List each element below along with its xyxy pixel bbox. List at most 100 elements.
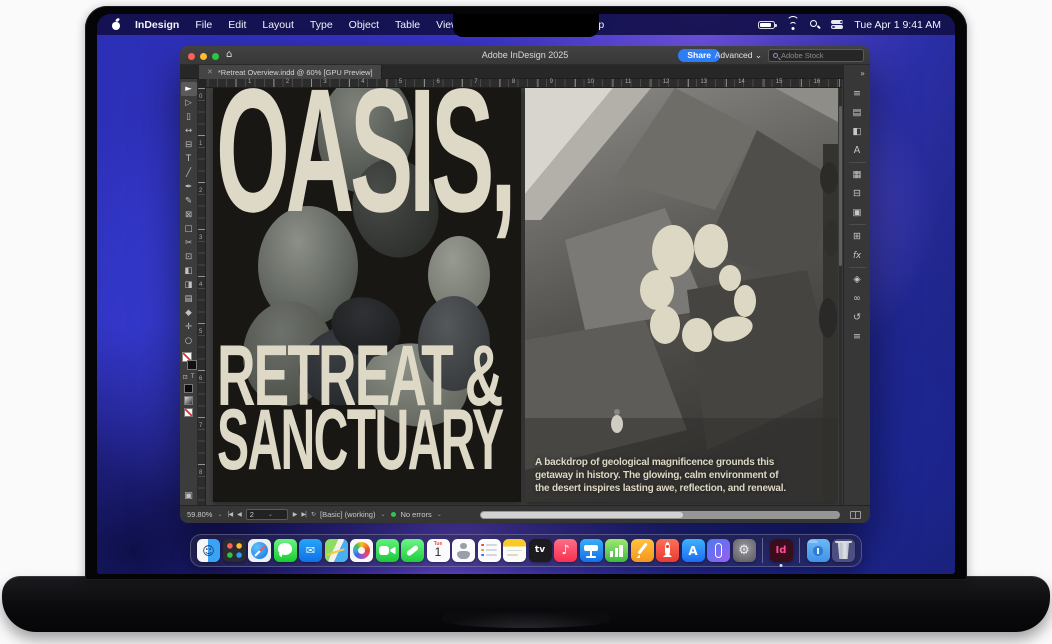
menu-layout[interactable]: Layout (254, 19, 302, 31)
vertical-scrollbar-thumb[interactable] (839, 106, 842, 266)
errors-dropdown-icon[interactable]: ⌄ (437, 511, 442, 518)
menu-table[interactable]: Table (387, 19, 428, 31)
align-panel[interactable]: ⊞ (844, 227, 871, 246)
preflight-dropdown-icon[interactable]: ⌄ (380, 511, 385, 518)
first-page-button[interactable]: |◀ (227, 511, 232, 518)
next-page-button[interactable]: ▶ (293, 511, 297, 518)
dock-reminders[interactable] (478, 539, 501, 562)
menu-clock[interactable]: Tue Apr 1 9:41 AM (854, 19, 941, 31)
dock-iphone-mirroring[interactable] (707, 539, 730, 562)
pencil-tool[interactable]: ✎ (181, 194, 197, 208)
menu-object[interactable]: Object (341, 19, 387, 31)
screen-mode-icon[interactable]: ▣ (184, 491, 193, 501)
error-status[interactable]: No errors (401, 510, 432, 519)
window-titlebar[interactable]: ⌂ Adobe InDesign 2025 Share Advanced ⌄ A… (180, 46, 870, 65)
line-tool[interactable]: ╱ (181, 166, 197, 180)
previous-page-button[interactable]: ◀ (237, 511, 241, 518)
cc-libraries-panel[interactable]: ◧ (844, 122, 871, 141)
effects-panel[interactable]: fx (844, 246, 871, 265)
eyedropper-tool[interactable]: ◆ (181, 306, 197, 320)
properties-panel[interactable]: ≡ (844, 84, 871, 103)
preflight-profile[interactable]: [Basic] (working) (320, 510, 375, 519)
content-collector-tool[interactable]: ⊟ (181, 138, 197, 152)
menu-type[interactable]: Type (302, 19, 341, 31)
horizontal-scrollbar[interactable] (480, 511, 840, 519)
note-tool[interactable]: ▤ (181, 292, 197, 306)
gap-tool[interactable]: ↔ (181, 124, 197, 138)
vertical-scrollbar[interactable] (839, 88, 842, 505)
page-tool[interactable]: ▯ (181, 110, 197, 124)
dock-downloads-folder[interactable] (807, 539, 830, 562)
menu-edit[interactable]: Edit (220, 19, 254, 31)
preflight-icon[interactable]: ↻ (311, 511, 315, 518)
free-transform-tool[interactable]: ⊡ (181, 250, 197, 264)
rectangle-tool[interactable]: □ (181, 222, 197, 236)
dock-messages[interactable] (274, 539, 297, 562)
swatches-panel[interactable]: ⊟ (844, 184, 871, 203)
selection-tool[interactable]: ► (181, 82, 197, 96)
dock-rocket-app[interactable] (656, 539, 679, 562)
expand-panels-icon[interactable]: » (860, 69, 870, 78)
control-center-icon[interactable] (831, 20, 843, 29)
dock-contacts[interactable] (452, 539, 475, 562)
apply-color-icon[interactable] (184, 384, 193, 393)
horizontal-ruler[interactable]: 12345678910111213141516 (198, 79, 842, 88)
dock-indesign[interactable]: Id (770, 539, 793, 562)
fill-stroke-swatches[interactable] (181, 352, 197, 372)
gradient-feather-tool[interactable]: ◨ (181, 278, 197, 292)
wifi-icon[interactable] (786, 20, 799, 29)
dock-notes[interactable] (503, 539, 526, 562)
history-panel[interactable]: ↺ (844, 308, 871, 327)
zoom-tool[interactable]: ○ (181, 334, 197, 348)
dock-photos[interactable] (350, 539, 373, 562)
frame-tool[interactable]: ⊠ (181, 208, 197, 222)
ruler-origin-corner[interactable] (198, 79, 206, 88)
dock-keynote[interactable] (580, 539, 603, 562)
apple-menu-icon[interactable] (111, 19, 121, 30)
page-number-field[interactable]: 2 ⌄ (246, 509, 288, 520)
dock-music[interactable]: ♪ (554, 539, 577, 562)
dock-app-store[interactable]: A (682, 539, 705, 562)
formatting-toggle[interactable]: ⊡ T (183, 374, 195, 381)
hand-tool[interactable]: ✛ (181, 320, 197, 334)
document-tab[interactable]: ✕ *Retreat Overview.indd @ 60% [GPU Prev… (199, 65, 382, 79)
zoom-level[interactable]: 59.80% (187, 510, 212, 519)
search-icon[interactable] (810, 20, 820, 30)
dock-numbers[interactable] (605, 539, 628, 562)
formatting-container-icon[interactable]: ⊡ (183, 374, 188, 381)
pages-panel[interactable]: ▤ (844, 103, 871, 122)
formatting-text-icon[interactable]: T (191, 374, 195, 381)
stroke-swatch-icon[interactable] (187, 360, 197, 370)
battery-icon[interactable] (758, 21, 775, 29)
dock-phone[interactable] (401, 539, 424, 562)
dock-finder[interactable]: ☺ (197, 539, 220, 562)
vertical-ruler[interactable]: 012345678 (198, 88, 206, 505)
close-tab-icon[interactable]: ✕ (207, 68, 213, 76)
dock-launchpad[interactable] (223, 539, 246, 562)
horizontal-scrollbar-thumb[interactable] (481, 512, 683, 518)
menu-file[interactable]: File (187, 19, 220, 31)
dock-pages[interactable] (631, 539, 654, 562)
last-page-button[interactable]: ▶| (301, 511, 306, 518)
gradient-swatch-tool[interactable]: ◧ (181, 264, 197, 278)
media-panel[interactable]: ▣ (844, 203, 871, 222)
dock-trash[interactable] (832, 539, 855, 562)
document-canvas[interactable]: OASIS, RETREAT & SANCTUARY (206, 88, 838, 505)
stroke-panel[interactable]: ≡ (844, 327, 871, 346)
dock-apple-tv[interactable]: tv (529, 539, 552, 562)
zoom-dropdown-icon[interactable]: ⌄ (217, 511, 222, 518)
links-panel[interactable]: ▦ (844, 165, 871, 184)
dock-safari[interactable] (248, 539, 271, 562)
direct-selection-tool[interactable]: ▷ (181, 96, 197, 110)
dock-maps[interactable] (325, 539, 348, 562)
layers-panel[interactable]: ◈ (844, 270, 871, 289)
adobe-stock-search[interactable]: Adobe Stock (768, 49, 864, 62)
menu-indesign[interactable]: InDesign (127, 19, 187, 31)
workspace-dropdown[interactable]: Advanced ⌄ (715, 50, 762, 61)
hyperlinks-panel[interactable]: ∞ (844, 289, 871, 308)
split-layout-icon[interactable] (850, 511, 861, 519)
scissors-tool[interactable]: ✂ (181, 236, 197, 250)
pen-tool[interactable]: ✒ (181, 180, 197, 194)
dock-mail[interactable]: ✉ (299, 539, 322, 562)
type-tool[interactable]: T (181, 152, 197, 166)
